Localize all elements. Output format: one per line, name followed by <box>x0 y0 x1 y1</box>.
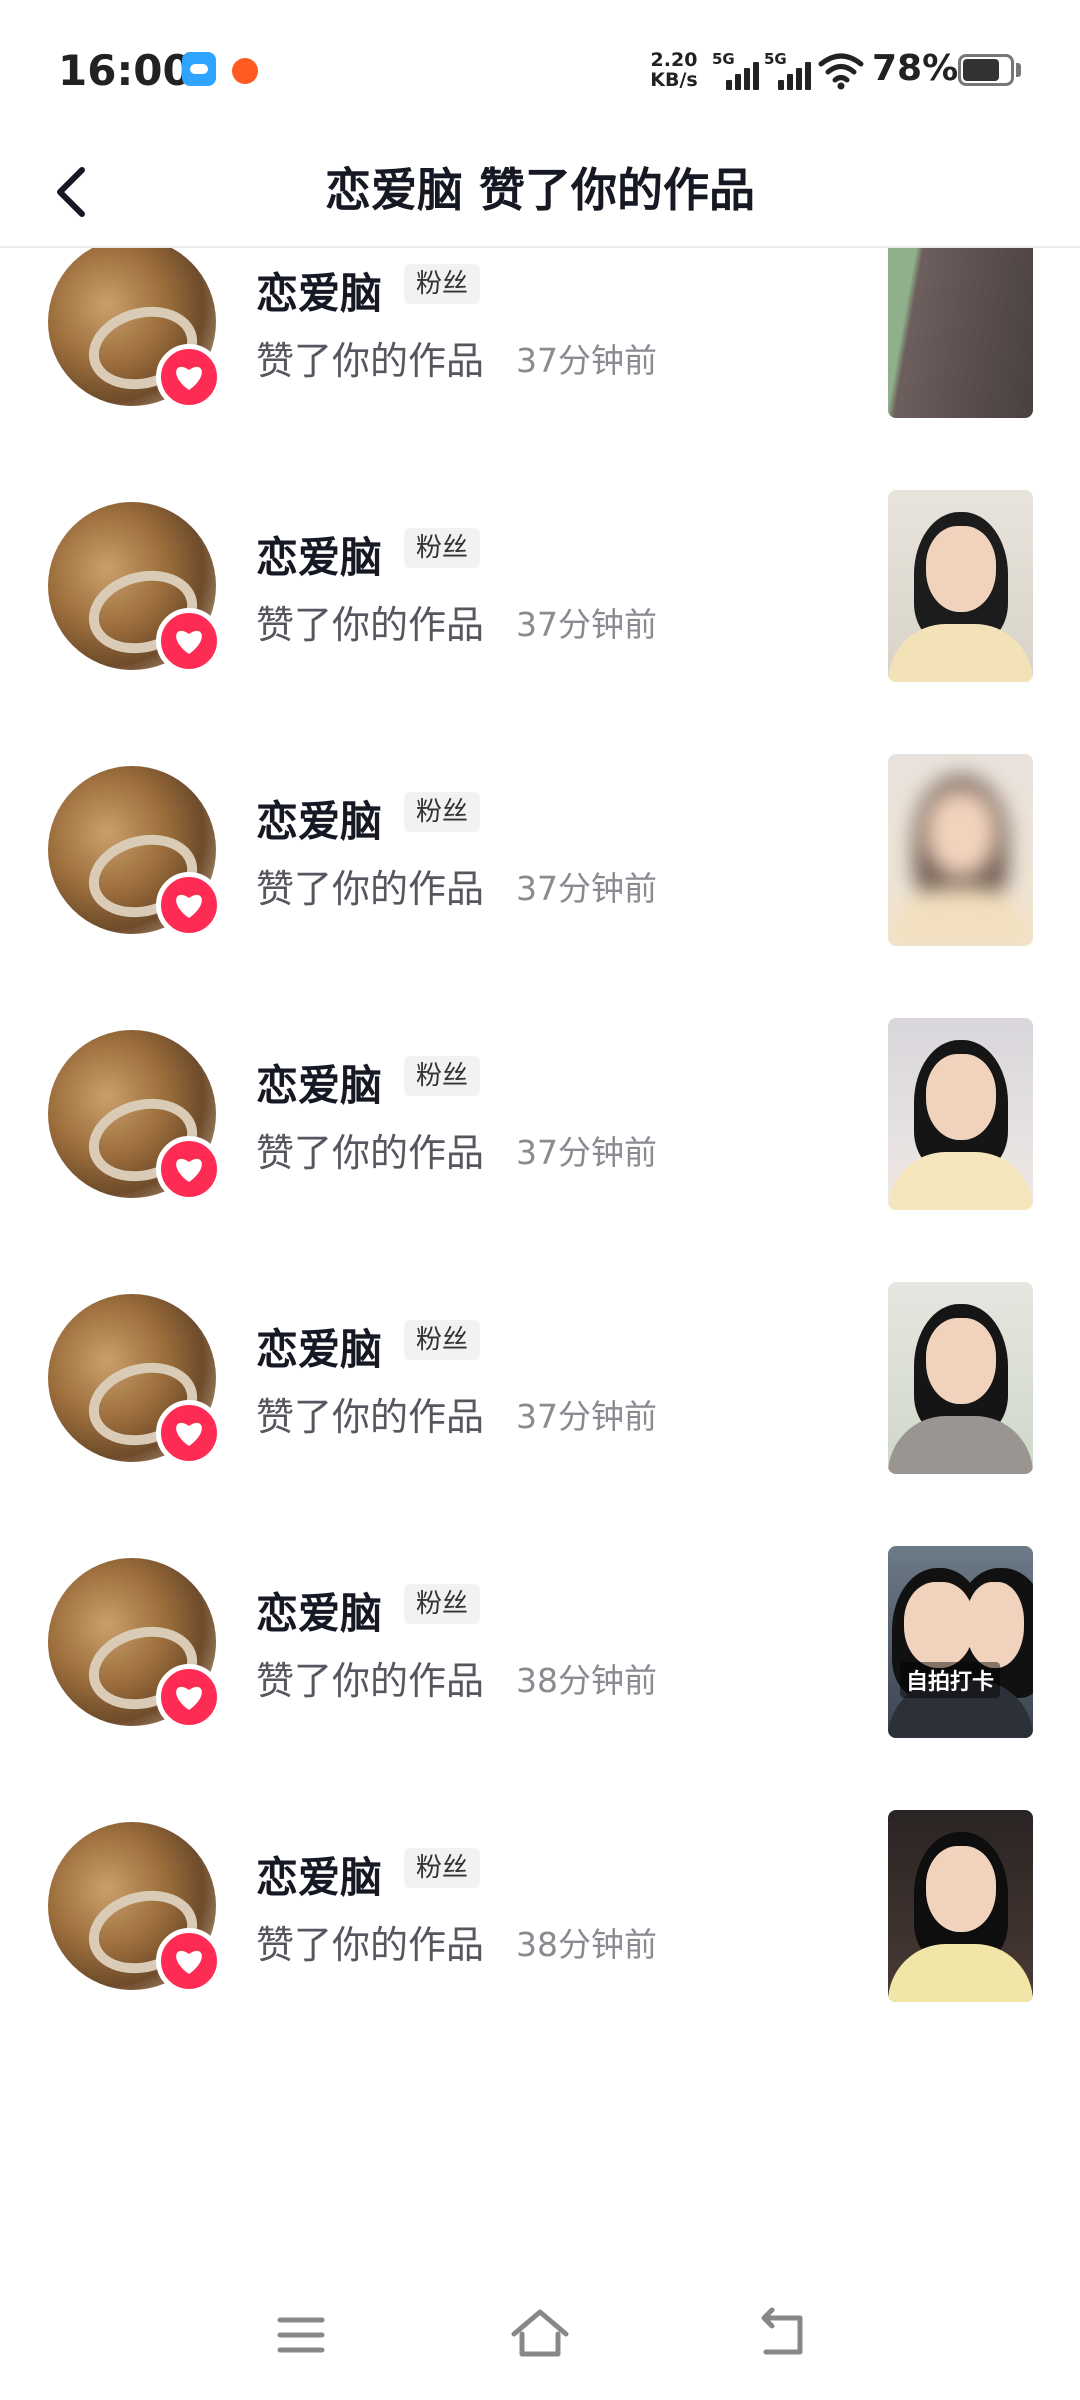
network-speed-unit: KB/s <box>650 69 698 91</box>
post-thumbnail[interactable] <box>888 1810 1033 2002</box>
weather-icon <box>182 52 216 86</box>
signal-icon-2: 5G <box>764 50 811 90</box>
notification-row[interactable]: 恋爱脑粉丝赞了你的作品 37分钟前 <box>0 214 1080 478</box>
fan-tag: 粉丝 <box>404 1584 481 1624</box>
app-notification-icon <box>232 58 258 84</box>
timestamp: 38分钟前 <box>516 1925 657 1964</box>
header: 恋爱脑 赞了你的作品 <box>0 140 1080 248</box>
action-text: 赞了你的作品 <box>256 1659 485 1703</box>
notification-row[interactable]: 恋爱脑 粉丝赞了你的作品 38分钟前 自拍打卡 <box>0 1534 1080 1798</box>
like-badge <box>156 344 222 410</box>
timestamp: 37分钟前 <box>516 1133 657 1172</box>
notification-row[interactable]: 恋爱脑粉丝赞了你的作品 37分钟前 <box>0 742 1080 1006</box>
action-text: 赞了你的作品 <box>256 1923 485 1967</box>
user-name[interactable]: 恋爱脑 <box>256 1580 382 1641</box>
signal-icon-1: 5G <box>712 50 759 90</box>
network-speed: 2.20 KB/s <box>646 50 702 90</box>
fan-tag: 粉丝 <box>404 1848 481 1888</box>
thumbnail-caption: 自拍打卡 <box>900 1662 1001 1698</box>
heart-icon <box>176 366 202 390</box>
heart-icon <box>176 630 202 654</box>
home-button[interactable] <box>500 2300 580 2370</box>
like-badge <box>156 1664 222 1730</box>
action-text: 赞了你的作品 <box>256 867 485 911</box>
like-badge <box>156 1400 222 1466</box>
fan-tag: 粉丝 <box>404 1320 481 1360</box>
action-text: 赞了你的作品 <box>256 339 485 383</box>
system-navigation-bar <box>0 2270 1080 2400</box>
heart-icon <box>176 1422 202 1446</box>
like-badge <box>156 1928 222 1994</box>
like-badge <box>156 872 222 938</box>
user-name[interactable]: 恋爱脑 <box>256 1316 382 1377</box>
user-name[interactable]: 恋爱脑 <box>256 1052 382 1113</box>
post-thumbnail[interactable] <box>888 754 1033 946</box>
heart-icon <box>176 1158 202 1182</box>
signal-label-2: 5G <box>764 50 787 68</box>
like-badge <box>156 1136 222 1202</box>
action-text: 赞了你的作品 <box>256 1395 485 1439</box>
heart-icon <box>176 1950 202 1974</box>
action-text: 赞了你的作品 <box>256 1131 485 1175</box>
post-thumbnail[interactable] <box>888 1282 1033 1474</box>
timestamp: 37分钟前 <box>516 1397 657 1436</box>
fan-tag: 粉丝 <box>404 264 481 304</box>
fan-tag: 粉丝 <box>404 1056 481 1096</box>
timestamp: 37分钟前 <box>516 341 657 380</box>
status-time: 16:00 <box>58 46 192 95</box>
battery-icon <box>958 54 1014 86</box>
menu-icon <box>277 2317 325 2353</box>
wifi-icon <box>818 53 864 90</box>
timestamp: 37分钟前 <box>516 605 657 644</box>
fan-tag: 粉丝 <box>404 792 481 832</box>
post-thumbnail[interactable]: 自拍打卡 <box>888 1546 1033 1738</box>
user-name[interactable]: 恋爱脑 <box>256 260 382 321</box>
timestamp: 37分钟前 <box>516 869 657 908</box>
notification-row[interactable]: 恋爱脑粉丝赞了你的作品 37分钟前 <box>0 1270 1080 1534</box>
notification-row[interactable]: 恋爱脑粉丝赞了你的作品 37分钟前 <box>0 1006 1080 1270</box>
status-bar: 16:00 2.20 KB/s 5G 5G 78% <box>0 0 1080 140</box>
user-name[interactable]: 恋爱脑 <box>256 524 382 585</box>
post-thumbnail[interactable] <box>888 1018 1033 1210</box>
user-name[interactable]: 恋爱脑 <box>256 1844 382 1905</box>
notification-row[interactable]: 恋爱脑粉丝赞了你的作品 37分钟前 <box>0 478 1080 742</box>
battery-percentage: 78% <box>872 48 959 89</box>
user-name[interactable]: 恋爱脑 <box>256 788 382 849</box>
notification-row[interactable]: 恋爱脑 粉丝赞了你的作品 38分钟前 <box>0 1798 1080 2062</box>
heart-icon <box>176 894 202 918</box>
fan-tag: 粉丝 <box>404 528 481 568</box>
home-icon <box>511 2309 569 2357</box>
timestamp: 38分钟前 <box>516 1661 657 1700</box>
page-title: 恋爱脑 赞了你的作品 <box>324 163 755 217</box>
menu-button[interactable] <box>260 2300 340 2370</box>
heart-icon <box>176 1686 202 1710</box>
battery-tip <box>1016 63 1021 77</box>
network-speed-value: 2.20 <box>650 49 698 71</box>
post-thumbnail[interactable] <box>888 226 1033 418</box>
back-icon <box>761 2307 803 2355</box>
post-thumbnail[interactable] <box>888 490 1033 682</box>
action-text: 赞了你的作品 <box>256 603 485 647</box>
signal-label-1: 5G <box>712 50 735 68</box>
screen: 恋爱脑 粉丝 赞了你的作品 37分钟前 恋爱脑 粉丝 赞了你的作品 37分钟前 恋爱脑 粉丝 赞了你… <box>0 0 1080 2400</box>
like-badge <box>156 608 222 674</box>
system-back-button[interactable] <box>742 2300 822 2370</box>
